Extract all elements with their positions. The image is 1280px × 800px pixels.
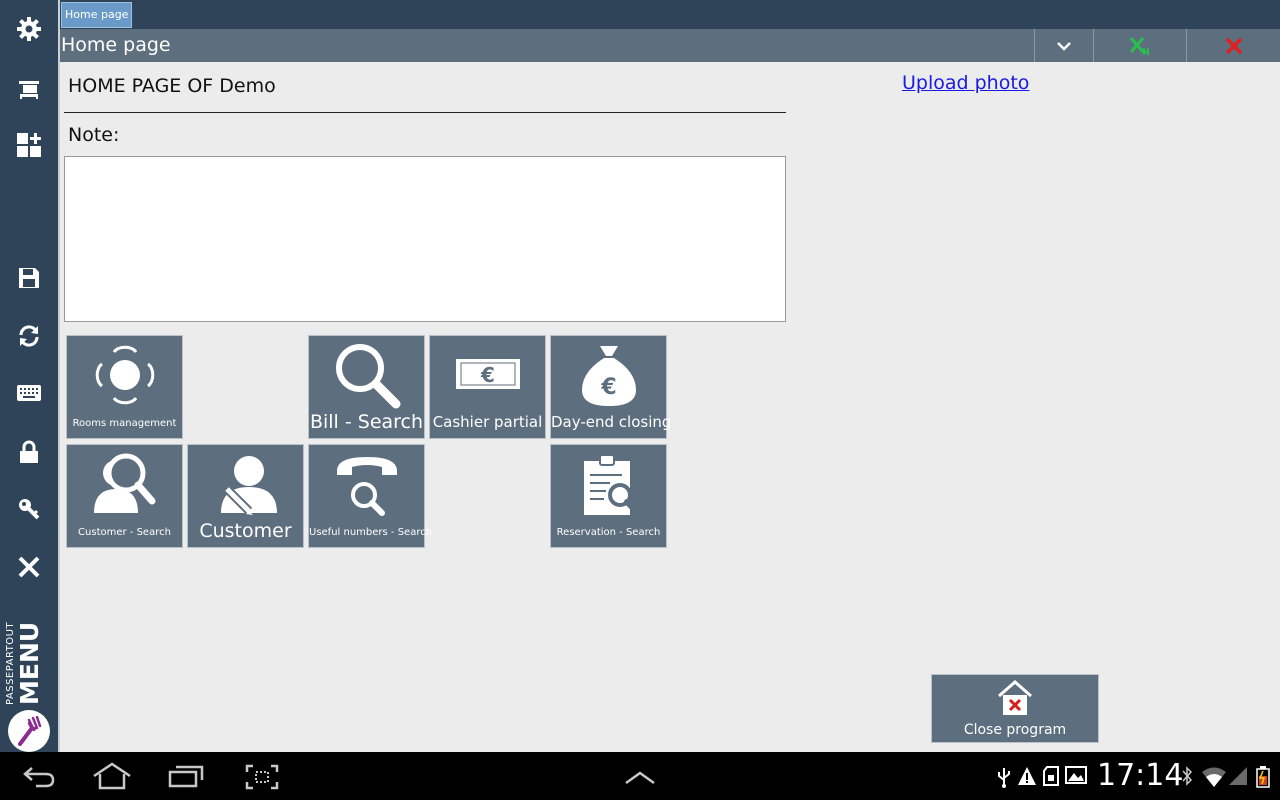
settings-button[interactable] bbox=[0, 6, 58, 52]
reservation-search-label: Reservation - Search bbox=[556, 527, 661, 538]
desk-button[interactable] bbox=[0, 66, 58, 112]
battery-icon bbox=[1256, 766, 1270, 788]
day-end-closing-label: Day-end closing bbox=[551, 413, 672, 431]
wifi-icon bbox=[1202, 767, 1226, 787]
euro-banknote-icon: € bbox=[430, 338, 545, 412]
home-icon bbox=[93, 762, 131, 790]
keyboard-button[interactable] bbox=[0, 370, 58, 416]
close-program-label: Close program bbox=[963, 722, 1067, 738]
brand-text: PASSEPARTOUT MENU bbox=[5, 621, 44, 705]
sidebar: PASSEPARTOUT MENU bbox=[0, 0, 58, 752]
note-label: Note: bbox=[68, 124, 120, 146]
recent-apps-icon bbox=[168, 765, 204, 788]
dashboard-add-button[interactable] bbox=[0, 122, 58, 168]
page-title: Home page bbox=[61, 34, 171, 56]
signal-icon bbox=[1229, 767, 1247, 785]
lock-icon bbox=[20, 440, 38, 463]
rooms-management-tile[interactable]: Rooms management bbox=[66, 335, 183, 439]
customer-search-label: Customer - Search bbox=[78, 527, 171, 538]
usb-icon bbox=[998, 768, 1010, 788]
recent-apps-button[interactable] bbox=[168, 764, 204, 792]
save-button[interactable] bbox=[0, 255, 58, 301]
chevron-up-icon bbox=[625, 771, 655, 785]
screenshot-icon bbox=[245, 764, 279, 790]
key-icon bbox=[19, 499, 40, 520]
sd-card-icon bbox=[1043, 766, 1059, 786]
title-bar: Home page bbox=[60, 29, 1280, 62]
home-button[interactable] bbox=[92, 762, 132, 794]
customer-search-tile[interactable]: Customer - Search bbox=[66, 444, 183, 548]
main-content: HOME PAGE OF Demo Upload photo Note: Roo… bbox=[60, 62, 1280, 752]
svg-text:€: € bbox=[600, 375, 616, 400]
screenshot-button[interactable] bbox=[245, 764, 279, 794]
bill-search-label: Bill - Search bbox=[309, 411, 424, 433]
dropdown-button[interactable] bbox=[1034, 29, 1093, 62]
chevron-down-icon bbox=[1057, 41, 1071, 51]
exit-button[interactable] bbox=[0, 544, 58, 590]
upload-photo-link[interactable]: Upload photo bbox=[902, 72, 1029, 94]
app-drawer-button[interactable] bbox=[624, 770, 656, 789]
useful-numbers-search-tile[interactable]: Useful numbers - Search bbox=[308, 444, 433, 548]
money-bag-icon: € bbox=[551, 338, 666, 412]
tab-home-page[interactable]: Home page bbox=[61, 2, 133, 28]
brand-line2: MENU bbox=[15, 621, 44, 705]
day-end-closing-tile[interactable]: € Day-end closing bbox=[550, 335, 672, 439]
bluetooth-icon bbox=[1182, 766, 1193, 786]
heading-divider bbox=[64, 112, 786, 113]
customer-search-icon bbox=[67, 447, 182, 521]
dashboard-add-icon bbox=[17, 133, 41, 157]
bill-search-tile[interactable]: Bill - Search bbox=[308, 335, 425, 439]
home-heading: HOME PAGE OF Demo bbox=[68, 75, 276, 97]
save-icon bbox=[19, 268, 39, 288]
svg-text:€: € bbox=[480, 363, 495, 387]
customer-tile[interactable]: Customer bbox=[187, 444, 304, 548]
refresh-button[interactable] bbox=[0, 313, 58, 359]
desk-icon bbox=[19, 81, 39, 99]
note-textarea[interactable] bbox=[64, 156, 786, 322]
cancel-x-icon bbox=[1225, 37, 1242, 54]
gear-icon bbox=[17, 17, 41, 41]
clipboard-search-icon bbox=[551, 447, 666, 521]
useful-numbers-search-label: Useful numbers - Search bbox=[309, 527, 433, 538]
back-button[interactable] bbox=[22, 764, 56, 792]
cashier-partial-tile[interactable]: € Cashier partial bbox=[429, 335, 546, 439]
back-icon bbox=[23, 767, 55, 788]
warning-icon bbox=[1018, 767, 1036, 785]
tab-strip: Home page bbox=[60, 0, 1280, 29]
keyboard-icon bbox=[17, 385, 41, 401]
cashier-partial-label: Cashier partial bbox=[432, 413, 543, 431]
search-icon bbox=[309, 338, 424, 412]
gallery-icon bbox=[1065, 766, 1087, 784]
confirm-check-icon bbox=[1129, 36, 1149, 55]
refresh-icon bbox=[19, 325, 39, 347]
close-house-icon bbox=[998, 680, 1032, 715]
reservation-search-tile[interactable]: Reservation - Search bbox=[550, 444, 667, 548]
close-program-button[interactable]: Close program bbox=[931, 674, 1099, 743]
phone-search-icon bbox=[309, 447, 424, 521]
rooms-management-label: Rooms management bbox=[72, 418, 177, 429]
brand-logo: PASSEPARTOUT MENU bbox=[0, 615, 58, 752]
fork-logo-icon bbox=[8, 710, 50, 752]
confirm-button[interactable] bbox=[1093, 29, 1186, 62]
key-button[interactable] bbox=[0, 486, 58, 532]
system-nav-bar: 17:14 bbox=[0, 752, 1280, 800]
close-icon bbox=[18, 556, 40, 578]
status-clock: 17:14 bbox=[1097, 758, 1184, 793]
lock-button[interactable] bbox=[0, 429, 58, 475]
cancel-button[interactable] bbox=[1186, 29, 1280, 62]
customer-label: Customer bbox=[199, 520, 292, 542]
table-chairs-icon bbox=[67, 338, 182, 412]
customer-edit-icon bbox=[188, 447, 303, 521]
